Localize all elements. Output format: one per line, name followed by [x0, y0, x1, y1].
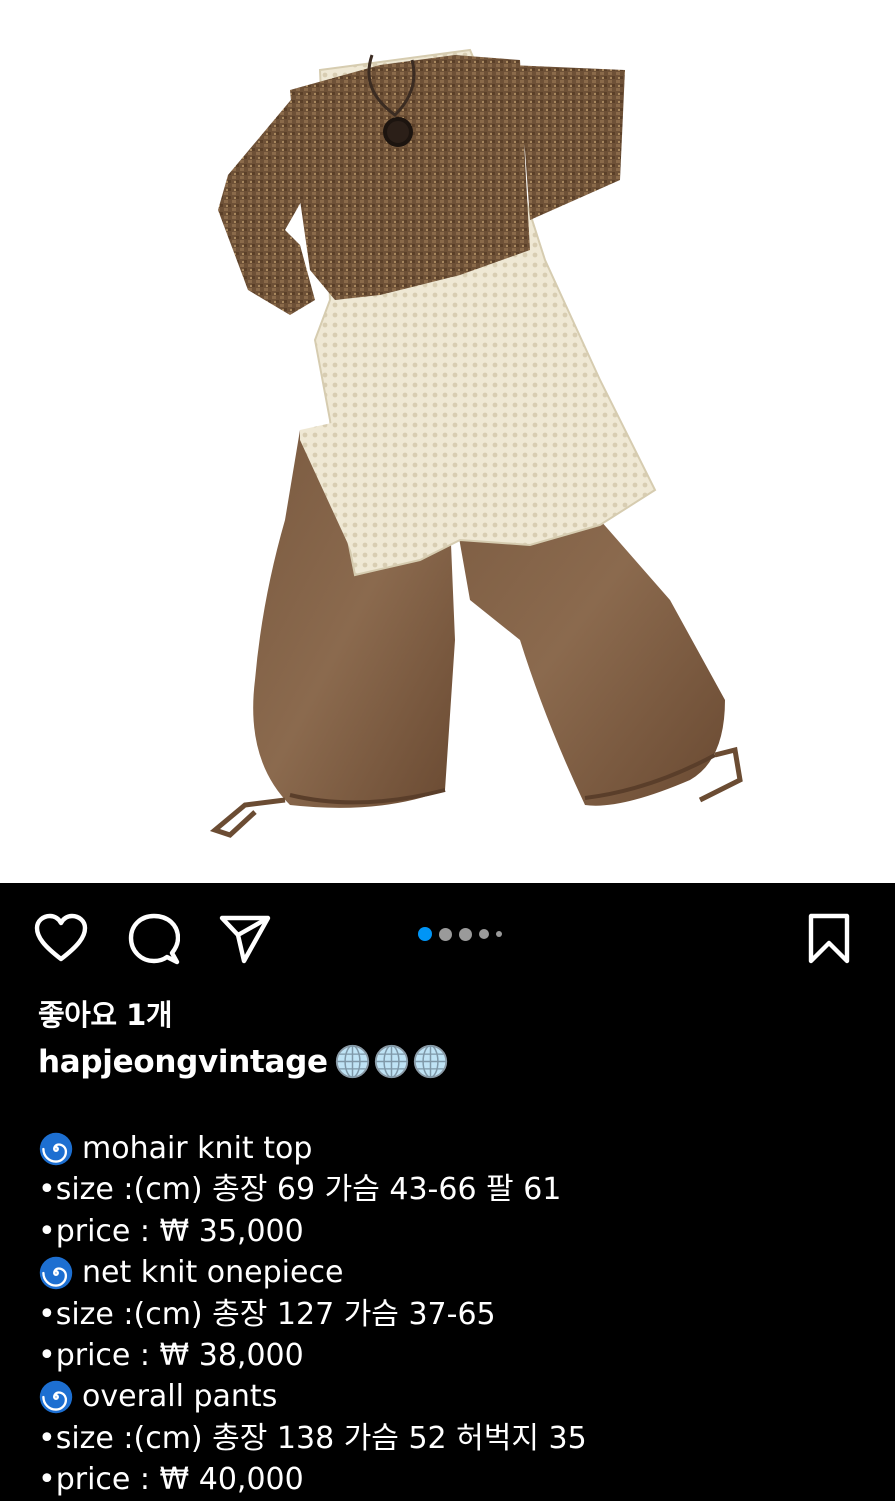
carousel-indicator: [418, 927, 502, 941]
knit-top-right-sleeve: [510, 65, 625, 220]
caption-line: overall pants: [38, 1376, 888, 1417]
swirl-icon: [38, 1131, 82, 1167]
caption-line: •price : ₩ 40,000: [38, 1459, 888, 1500]
carousel-dot: [479, 929, 489, 939]
globe-icon: [373, 1043, 410, 1080]
caption-text: overall pants: [82, 1379, 278, 1415]
likes-count[interactable]: 좋아요 1개: [38, 992, 173, 1034]
like-heart-icon[interactable]: [34, 913, 88, 963]
caption-text: net knit onepiece: [82, 1255, 344, 1291]
swirl-icon: [38, 1255, 82, 1291]
caption-text: •price : ₩ 40,000: [38, 1462, 304, 1498]
carousel-dot: [496, 931, 502, 937]
carousel-dot: [439, 927, 452, 941]
caption-text: •price : ₩ 35,000: [38, 1213, 304, 1249]
share-send-icon[interactable]: [219, 913, 271, 965]
caption-line: •size :(cm) 총장 138 가슴 52 허벅지 35: [38, 1418, 888, 1459]
caption-line: •price : ₩ 35,000: [38, 1211, 888, 1252]
post-image[interactable]: [0, 0, 895, 883]
comment-bubble-icon[interactable]: [128, 913, 180, 965]
caption-text: •size :(cm) 총장 127 가슴 37-65: [38, 1296, 496, 1332]
carousel-dot-active: [418, 927, 432, 941]
bookmark-save-icon[interactable]: [808, 913, 850, 965]
clothing-photo: [209, 48, 743, 838]
caption-line: net knit onepiece: [38, 1252, 888, 1293]
swirl-icon: [38, 1379, 82, 1415]
caption-line: •price : ₩ 38,000: [38, 1335, 888, 1376]
caption-text: •price : ₩ 38,000: [38, 1338, 304, 1374]
username-emojis: [334, 1043, 449, 1080]
author-row: hapjeong​vintage: [38, 1043, 449, 1080]
caption-text: mohair knit top: [82, 1131, 313, 1166]
caption: mohair knit top •size :(cm) 총장 69 가슴 43-6…: [38, 1128, 888, 1501]
caption-text: •size :(cm) 총장 138 가슴 52 허벅지 35: [38, 1420, 587, 1456]
globe-icon: [412, 1043, 449, 1080]
caption-line: •size :(cm) 총장 127 가슴 37-65: [38, 1294, 888, 1335]
caption-line: •size :(cm) 총장 69 가슴 43-66 팔 61: [38, 1169, 888, 1210]
caption-line: mohair knit top: [38, 1128, 888, 1169]
carousel-dot: [459, 927, 472, 941]
globe-icon: [334, 1043, 371, 1080]
caption-text: •size :(cm) 총장 69 가슴 43-66 팔 61: [38, 1172, 562, 1208]
username[interactable]: hapjeong​vintage: [38, 1044, 328, 1080]
